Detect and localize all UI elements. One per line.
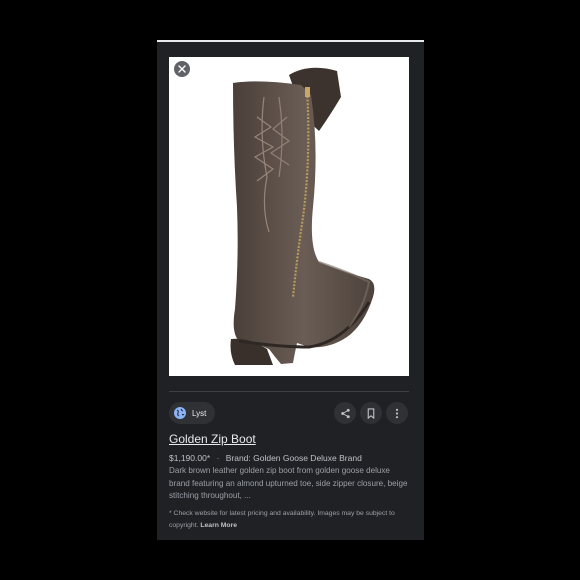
description: Dark brown leather golden zip boot from …: [169, 466, 408, 500]
price-brand-line: $1,190.00* · Brand: Golden Goose Deluxe …: [169, 453, 362, 463]
bookmark-icon: [367, 407, 375, 419]
brand: Brand: Golden Goose Deluxe Brand: [225, 453, 362, 463]
result-title-link[interactable]: Golden Zip Boot: [169, 432, 256, 446]
share-icon: [340, 408, 350, 418]
boot-image: [230, 67, 375, 365]
separator: ·: [216, 453, 220, 463]
price: $1,190.00*: [169, 453, 211, 463]
source-chip[interactable]: Lyst: [169, 402, 216, 424]
close-icon: [178, 65, 186, 73]
disclaimer: * Check website for latest pricing and a…: [169, 508, 409, 531]
share-button[interactable]: [334, 402, 356, 424]
image-result-panel: Lyst Golden Zip Boot $1,190.00* · Brand:…: [157, 40, 424, 540]
divider: [169, 391, 409, 392]
product-image[interactable]: [169, 57, 409, 376]
close-button[interactable]: [174, 61, 190, 77]
save-button[interactable]: [360, 402, 382, 424]
learn-more-link[interactable]: Learn More: [200, 522, 237, 529]
globe-icon: [174, 407, 186, 419]
source-label: Lyst: [192, 408, 207, 418]
more-vert-icon: [395, 408, 399, 418]
more-options-button[interactable]: [386, 402, 408, 424]
